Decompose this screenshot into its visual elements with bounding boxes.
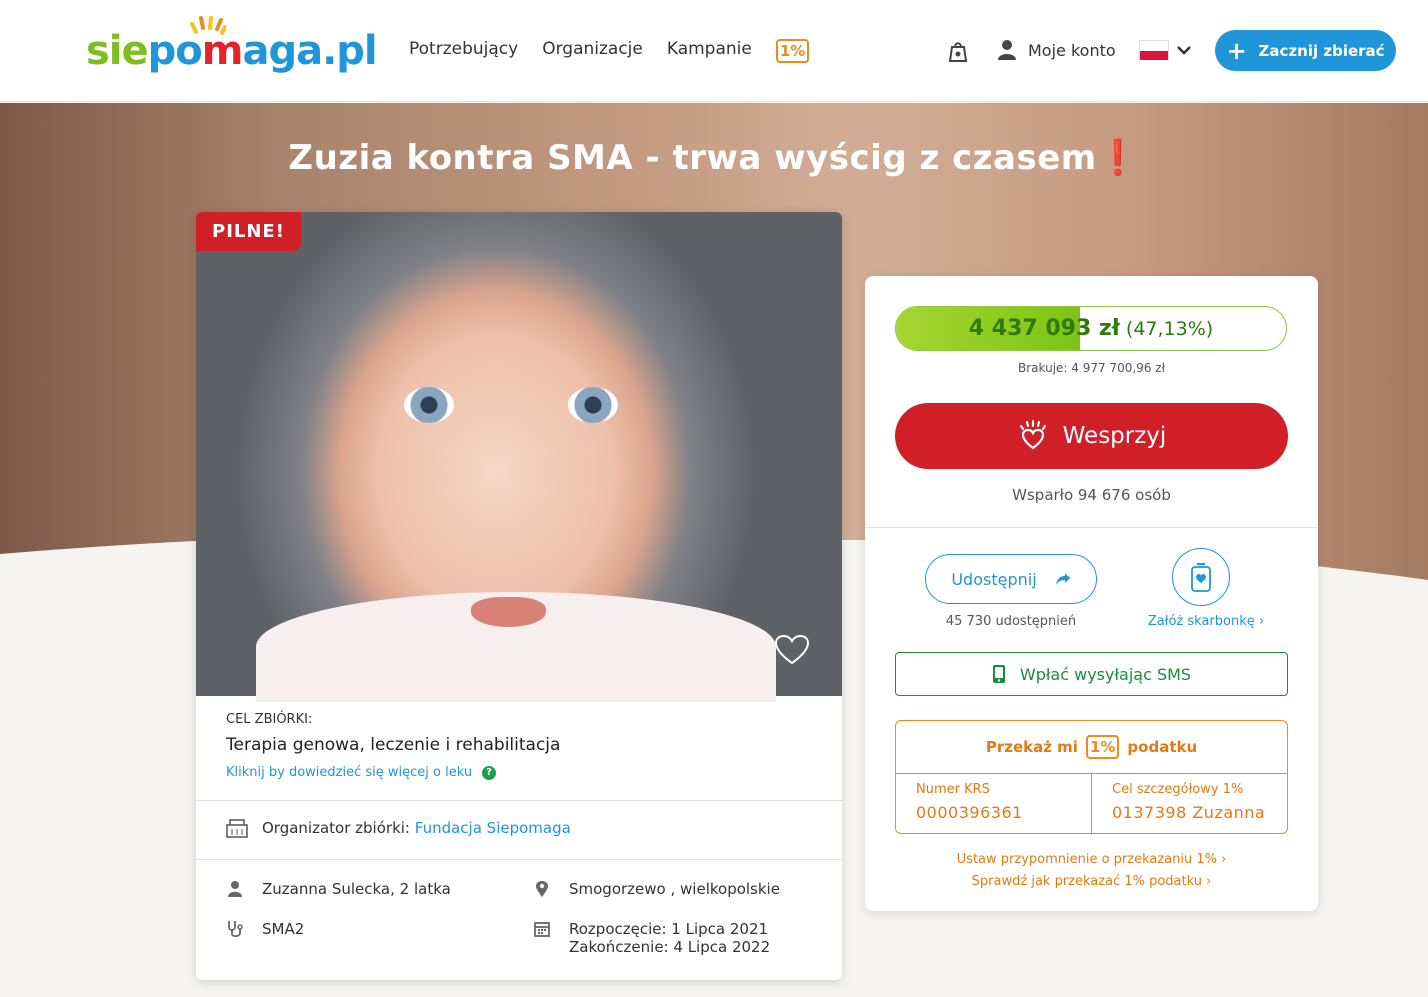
site-header: siepomaga.pl Potrzebujący Organizacje Ka… [0, 0, 1428, 102]
urgent-badge: PILNE! [196, 212, 301, 251]
start-fundraiser-button[interactable]: + Zacznij zbierać [1215, 30, 1396, 71]
goal-more-link[interactable]: Kliknij by dowiedzieć się więcej o leku … [226, 765, 816, 780]
krs-value[interactable]: 0000396361 [916, 803, 1071, 822]
tax-header: Przekaż mi 1% podatku [896, 721, 1287, 774]
piggy-bank-button[interactable] [1172, 548, 1230, 606]
organizer-link[interactable]: Fundacja Siepomaga [415, 819, 571, 837]
tax-one-percent-box: Przekaż mi 1% podatku Numer KRS 00003963… [895, 720, 1288, 834]
chevron-right-icon: › [1221, 852, 1227, 867]
phone-icon [992, 665, 1005, 683]
divider [865, 527, 1318, 528]
organization-icon [226, 819, 248, 838]
calendar-icon [534, 922, 550, 937]
raised-amount: 4 437 093 zł [968, 316, 1120, 341]
main-nav: Potrzebujący Organizacje Kampanie 1% [409, 39, 810, 63]
shopping-bag-icon[interactable] [948, 40, 968, 62]
campaign-card: PILNE! CEL ZBIÓRKI: Terapia genowa, lecz… [196, 212, 842, 980]
nav-one-percent[interactable]: 1% [775, 39, 810, 63]
organizer-label: Organizator zbiórki: [262, 819, 410, 837]
one-percent-icon: 1% [1085, 735, 1120, 759]
goal-one-percent-value[interactable]: 0137398 Zuzanna [1112, 803, 1267, 822]
raised-percent: (47,13%) [1125, 317, 1214, 340]
dates-row: Rozpoczęcie: 1 Lipca 2021 Zakończenie: 4… [533, 920, 770, 956]
organizer-row: Organizator zbiórki: Fundacja Siepomaga [226, 818, 571, 838]
logo-part: aga.pl [242, 28, 377, 74]
sms-button-label: Wpłać wysyłając SMS [1019, 664, 1192, 684]
disease-row: SMA2 [226, 920, 304, 938]
progress-bar: 4 437 093 zł (47,13%) [895, 306, 1287, 351]
divider [196, 859, 842, 860]
tax-head-pre: Przekaż mi [985, 738, 1078, 756]
stethoscope-icon [228, 921, 243, 938]
support-button-label: Wesprzyj [1062, 423, 1167, 449]
chevron-right-icon: › [1258, 614, 1265, 629]
krs-column: Numer KRS 0000396361 [896, 774, 1091, 834]
account-menu[interactable]: Moje konto [998, 40, 1116, 60]
supporters-count: Wsparło 94 676 osób [1012, 486, 1171, 504]
user-icon [998, 40, 1016, 60]
share-arrow-icon [1055, 573, 1070, 585]
campaign-photo[interactable] [196, 212, 842, 702]
share-count: 45 730 udostępnień [945, 614, 1077, 629]
start-fundraiser-label: Zacznij zbierać [1258, 41, 1385, 60]
support-button[interactable]: Wesprzyj [895, 403, 1288, 469]
reminder-link[interactable]: Ustaw przypomnienie o przekazaniu 1% › [865, 852, 1318, 867]
tax-head-post: podatku [1127, 738, 1198, 756]
polish-flag-icon[interactable] [1139, 40, 1169, 60]
goal-one-percent-column: Cel szczegółowy 1% 0137398 Zuzanna [1091, 774, 1287, 834]
beneficiary-name: Zuzanna Sulecka, 2 latka [262, 880, 451, 898]
location-pin-icon [536, 881, 548, 897]
chevron-right-icon: › [1206, 874, 1212, 889]
nav-kampanie[interactable]: Kampanie [667, 39, 752, 63]
site-logo[interactable]: siepomaga.pl [86, 16, 378, 78]
goal-one-percent-label: Cel szczegółowy 1% [1112, 782, 1244, 797]
plus-icon: + [1226, 36, 1247, 65]
goal-text: Terapia genowa, leczenie i rehabilitacja [226, 735, 561, 755]
campaign-title: Zuzia kontra SMA - trwa wyścig z czasem❗ [0, 138, 1428, 178]
goal-label: CEL ZBIÓRKI: [226, 712, 313, 727]
location-row: Smogorzewo , wielkopolskie [533, 880, 780, 898]
start-date: Rozpoczęcie: 1 Lipca 2021 [569, 920, 769, 938]
divider [196, 800, 842, 801]
howto-link[interactable]: Sprawdź jak przekazać 1% podatku › [865, 874, 1318, 889]
logo-part: sie [86, 28, 149, 74]
sun-icon [190, 16, 226, 35]
end-date: Zakończenie: 4 Lipca 2022 [569, 938, 771, 956]
donation-panel: 4 437 093 zł (47,13%) Brakuje: 4 977 700… [865, 276, 1318, 911]
nav-potrzebujacy[interactable]: Potrzebujący [409, 39, 518, 63]
missing-amount: Brakuje: 4 977 700,96 zł [1018, 361, 1165, 375]
share-button[interactable]: Udostępnij [925, 554, 1097, 604]
share-button-label: Udostępnij [951, 569, 1037, 589]
disease-text: SMA2 [262, 920, 305, 938]
account-label: Moje konto [1028, 40, 1116, 60]
krs-label: Numer KRS [916, 782, 990, 797]
piggy-bank-link[interactable]: Załóż skarbonkę › [1141, 614, 1271, 629]
howto-link-text: Sprawdź jak przekazać 1% podatku [971, 874, 1202, 889]
piggy-bank-icon [1191, 563, 1211, 592]
beneficiary-row: Zuzanna Sulecka, 2 latka [226, 880, 451, 898]
exclamation-icon: ❗ [1096, 138, 1140, 178]
campaign-title-text: Zuzia kontra SMA - trwa wyścig z czasem [288, 138, 1097, 178]
heart-icon[interactable] [774, 635, 810, 665]
person-icon [228, 881, 242, 897]
goal-more-link-text: Kliknij by dowiedzieć się więcej o leku [226, 765, 473, 780]
sms-button[interactable]: Wpłać wysyłając SMS [895, 652, 1288, 696]
heart-hand-icon [1019, 420, 1046, 450]
help-icon[interactable]: ? [482, 765, 497, 780]
nav-organizacje[interactable]: Organizacje [542, 39, 643, 63]
chevron-down-icon[interactable] [1176, 42, 1192, 58]
reminder-link-text: Ustaw przypomnienie o przekazaniu 1% [956, 852, 1217, 867]
piggy-bank-link-text: Załóż skarbonkę [1147, 614, 1255, 629]
location-text: Smogorzewo , wielkopolskie [569, 880, 780, 898]
goal-section: CEL ZBIÓRKI: Terapia genowa, leczenie i … [226, 712, 816, 780]
